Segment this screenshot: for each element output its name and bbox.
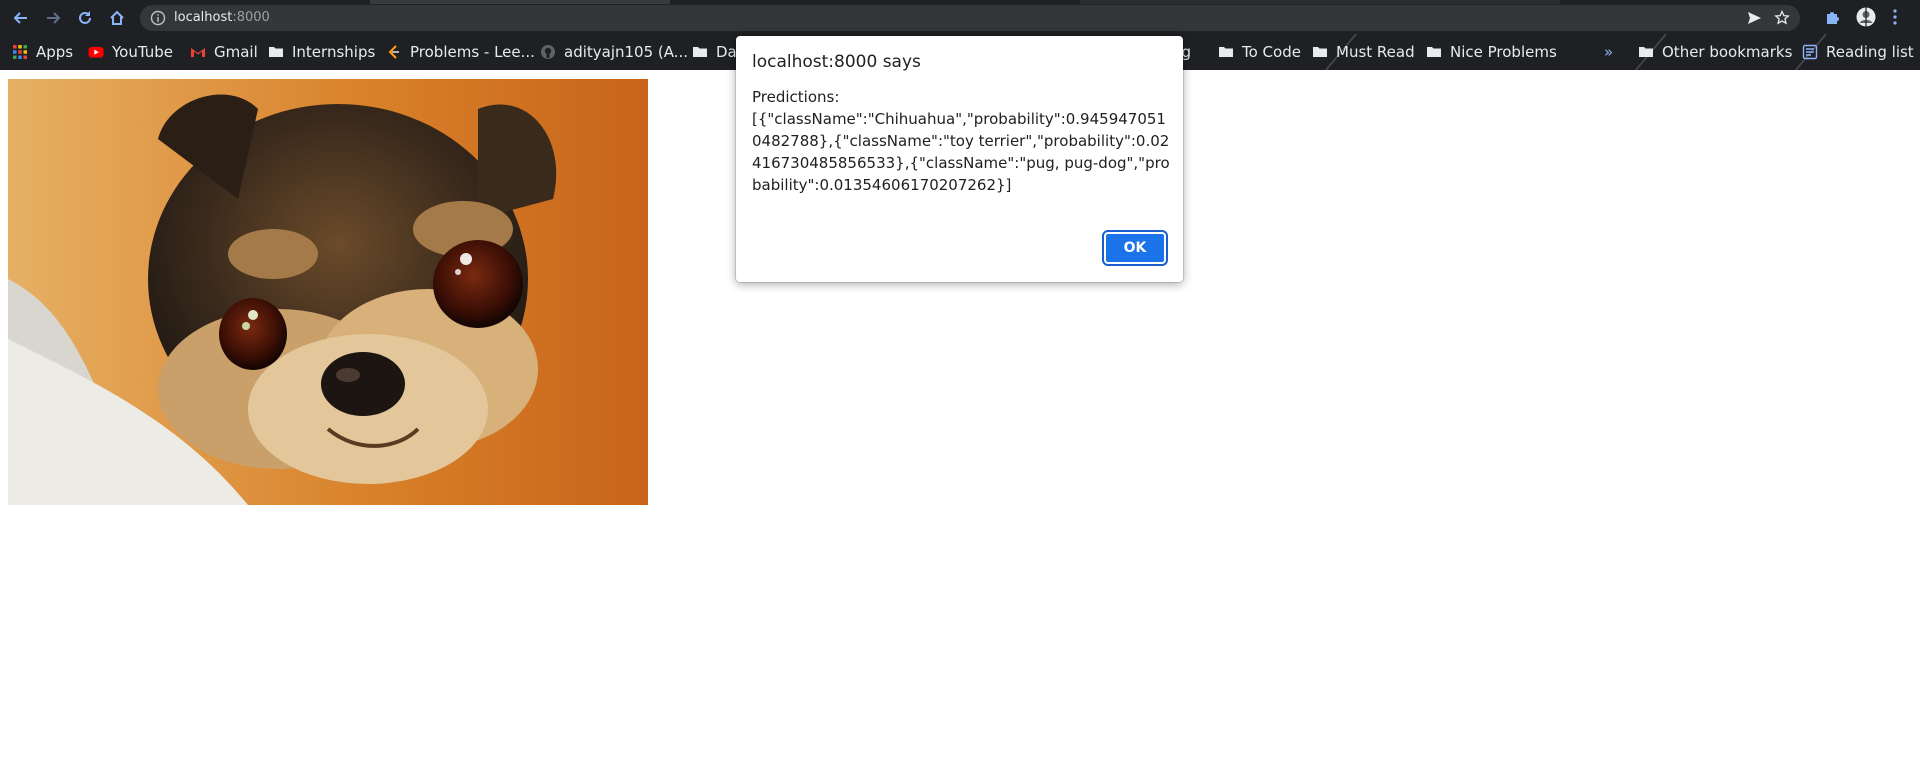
bookmark-youtube[interactable]: YouTube <box>88 34 173 70</box>
back-button[interactable] <box>8 5 34 31</box>
bookmark-label: To Code <box>1242 43 1301 61</box>
dialog-title: localhost:8000 says <box>752 52 921 72</box>
dog-image <box>8 79 648 505</box>
bookmark-to-code[interactable]: To Code <box>1218 34 1301 70</box>
leetcode-icon <box>388 45 399 59</box>
bookmark-label: Gmail <box>214 43 258 61</box>
bookmark-label: Nice Problems <box>1450 43 1557 61</box>
theme-decoration <box>1080 0 1560 4</box>
home-icon <box>110 10 124 25</box>
folder-icon <box>1427 47 1441 57</box>
gmail-icon <box>191 48 205 57</box>
bookmark-apps[interactable]: Apps <box>12 34 73 70</box>
forward-arrow-icon <box>47 12 61 24</box>
bookmark-problems-leetcode[interactable]: Problems - Lee... <box>386 34 535 70</box>
chihuahua-photo <box>8 79 648 505</box>
bookmark-label: Problems - Lee... <box>410 43 535 61</box>
apps-grid-icon <box>13 45 27 59</box>
folder-icon <box>1639 47 1653 57</box>
site-info-icon[interactable] <box>150 10 166 26</box>
bookmark-must-read[interactable]: Must Read <box>1312 34 1415 70</box>
ok-button[interactable]: OK <box>1102 230 1168 266</box>
youtube-icon <box>88 47 104 58</box>
bookmark-label: Must Read <box>1336 43 1415 61</box>
folder-icon <box>693 47 707 57</box>
bookmark-gmail[interactable]: Gmail <box>190 34 258 70</box>
bookmark-star-icon[interactable] <box>1774 10 1790 26</box>
reading-list-icon <box>1802 44 1818 60</box>
bookmark-internships[interactable]: Internships <box>268 34 375 70</box>
github-icon <box>541 45 555 59</box>
forward-button[interactable] <box>40 5 66 31</box>
reload-button[interactable] <box>72 5 98 31</box>
bookmark-label: adityajn105 (A... <box>564 43 689 61</box>
home-button[interactable] <box>104 5 130 31</box>
bookmark-label: Apps <box>36 43 74 61</box>
folder-icon <box>1219 47 1233 57</box>
theme-decoration <box>370 0 670 4</box>
address-bar[interactable]: localhost:8000 <box>140 5 1800 31</box>
bookmark-nice-problems[interactable]: Nice Problems <box>1426 34 1557 70</box>
bookmarks-overflow-button[interactable]: » <box>1604 43 1613 61</box>
bookmark-folder-da[interactable]: Da <box>692 34 737 70</box>
url-host: localhost <box>174 10 233 25</box>
bookmark-other-bookmarks[interactable]: Other bookmarks <box>1638 34 1792 70</box>
send-tab-icon[interactable] <box>1746 10 1762 26</box>
dialog-message: Predictions: [{"className":"Chihuahua","… <box>752 88 1170 194</box>
kebab-menu-icon[interactable] <box>1888 8 1902 26</box>
bookmark-label: YouTube <box>112 43 173 61</box>
back-arrow-icon <box>13 12 27 24</box>
bookmark-label: Reading list <box>1826 43 1914 61</box>
folder-icon <box>1313 47 1327 57</box>
bookmark-label: Other bookmarks <box>1662 43 1793 61</box>
browser-toolbar: localhost:8000 <box>0 0 1920 34</box>
url-text: localhost:8000 <box>174 10 270 26</box>
folder-icon <box>269 47 283 57</box>
alert-dialog: localhost:8000 says Predictions: [{"clas… <box>736 36 1183 282</box>
reload-icon <box>79 11 91 24</box>
bookmark-label: Da <box>716 43 737 61</box>
reading-list-button[interactable]: Reading list <box>1802 34 1914 70</box>
bookmark-github[interactable]: adityajn105 (A... <box>540 34 688 70</box>
bookmark-label: Internships <box>292 43 376 61</box>
profile-avatar-icon[interactable] <box>1856 7 1876 27</box>
extensions-puzzle-icon[interactable] <box>1824 8 1842 26</box>
url-port: :8000 <box>232 10 270 25</box>
